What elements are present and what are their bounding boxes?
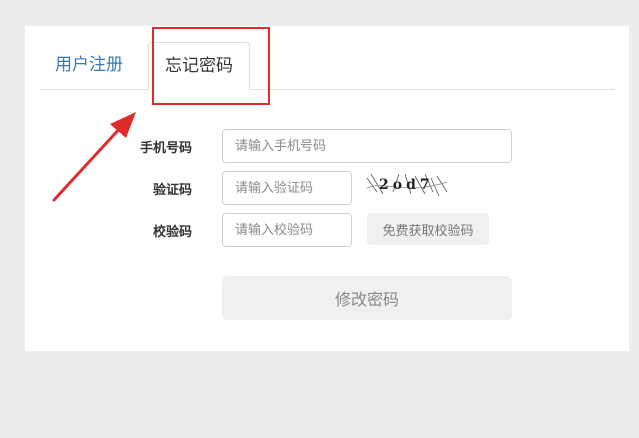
captcha-text: 2od7 xyxy=(379,177,434,193)
captcha-image[interactable]: 2od7 xyxy=(365,170,449,198)
phone-label: 手机号码 xyxy=(139,141,192,156)
captcha-input[interactable] xyxy=(222,171,352,205)
phone-input[interactable] xyxy=(222,129,512,163)
highlight-box xyxy=(152,27,270,105)
get-code-button[interactable]: 免费获取校验码 xyxy=(367,213,489,245)
tab-bar: 用户注册 忘记密码 xyxy=(40,40,614,90)
captcha-label: 验证码 xyxy=(152,183,192,198)
code-input[interactable] xyxy=(222,213,352,247)
submit-button[interactable]: 修改密码 xyxy=(222,276,512,320)
code-label: 校验码 xyxy=(152,225,192,240)
tab-register[interactable]: 用户注册 xyxy=(55,42,135,89)
